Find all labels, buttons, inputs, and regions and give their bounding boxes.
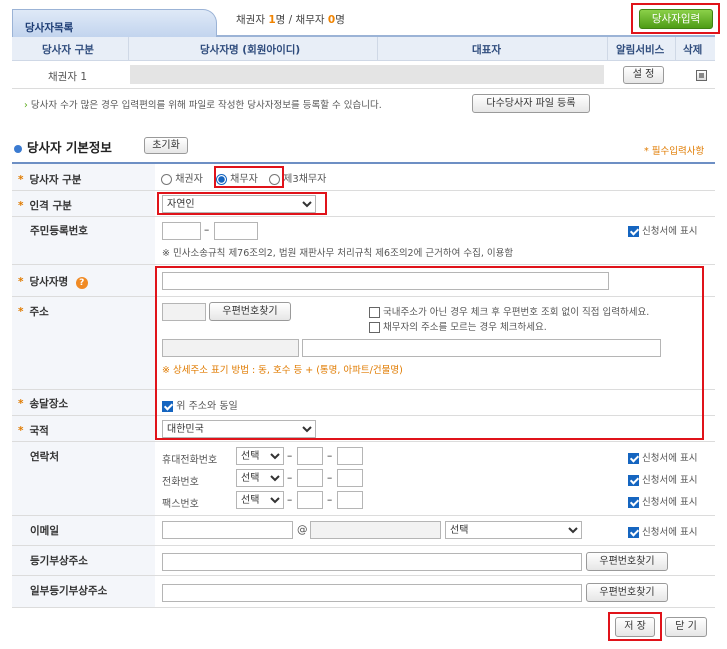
nationality-label: * 국적 xyxy=(18,425,49,437)
email-domain-input[interactable] xyxy=(310,521,441,539)
mobile-show-option[interactable]: 신청서에 표시 xyxy=(628,450,698,464)
registry-zip-search-button[interactable]: 우편번호찾기 xyxy=(586,552,668,571)
alert-setting-button[interactable]: 설 정 xyxy=(623,66,664,84)
party-type-label: * 당사자 구분 xyxy=(18,174,82,186)
resident-no-notice: ※ 민사소송규칙 제76조의2, 법원 재판사무 처리규칙 제6조의2에 근거하… xyxy=(162,248,514,259)
debtor-radio-highlight xyxy=(214,166,284,188)
partial-registry-address-label: 일부등기부상주소 xyxy=(30,585,108,597)
email-id-input[interactable] xyxy=(162,521,293,539)
resident-no-label: 주민등록번호 xyxy=(30,225,88,237)
phone-row: 전화번호 선택 – – 신청서에 표시 xyxy=(162,469,717,489)
phone-show-checkbox[interactable] xyxy=(628,475,639,486)
phone-last-input[interactable] xyxy=(337,469,363,487)
email-show-checkbox[interactable] xyxy=(628,527,639,538)
party-count: 채권자 1명 / 채무자 0명 xyxy=(236,14,345,26)
resident-no-front-input[interactable] xyxy=(162,222,201,240)
list-tab[interactable]: 당사자목록 xyxy=(12,9,217,37)
person-type-label: * 인격 구분 xyxy=(18,200,72,212)
resident-no-back-input[interactable] xyxy=(214,222,258,240)
fax-row: 팩스번호 선택 – – 신청서에 표시 xyxy=(162,491,717,511)
section-title: 당사자 기본정보 xyxy=(14,137,112,156)
fax-show-checkbox[interactable] xyxy=(628,497,639,508)
bulk-file-button[interactable]: 다수당사자 파일 등록 xyxy=(472,94,590,113)
row-party-type: 채권자 1 xyxy=(48,71,87,83)
add-party-button[interactable]: 당사자입력 xyxy=(639,9,713,29)
mobile-last-input[interactable] xyxy=(337,447,363,465)
mobile-row: 휴대전화번호 선택 – – 신청서에 표시 xyxy=(162,447,717,467)
email-show-option[interactable]: 신청서에 표시 xyxy=(628,524,698,538)
save-button[interactable]: 저 장 xyxy=(615,617,655,637)
contact-label: 연락처 xyxy=(30,451,59,463)
phone-show-option[interactable]: 신청서에 표시 xyxy=(628,472,698,486)
fax-last-input[interactable] xyxy=(337,491,363,509)
reset-button[interactable]: 초기화 xyxy=(144,137,188,154)
delivery-label: * 송달장소 xyxy=(18,398,69,410)
party-name-label: * 당사자명 ? xyxy=(18,274,88,289)
col-alert-service: 알림서비스 xyxy=(616,44,665,56)
email-at: @ xyxy=(297,524,308,536)
resident-no-dash: – xyxy=(204,224,210,236)
list-tab-label: 당사자목록 xyxy=(25,22,74,34)
col-party-name: 당사자명 (회원아이디) xyxy=(200,44,301,56)
mobile-show-checkbox[interactable] xyxy=(628,453,639,464)
resident-no-show-checkbox[interactable] xyxy=(628,226,639,237)
party-info-highlight xyxy=(155,266,704,440)
col-representative: 대표자 xyxy=(472,44,501,56)
close-button[interactable]: 닫 기 xyxy=(665,617,707,637)
row-party-name-masked xyxy=(130,65,604,84)
col-party-type: 당사자 구분 xyxy=(42,44,94,56)
fax-prefix-select[interactable]: 선택 xyxy=(236,491,284,509)
fax-show-option[interactable]: 신청서에 표시 xyxy=(628,494,698,508)
mobile-prefix-select[interactable]: 선택 xyxy=(236,447,284,465)
email-label: 이메일 xyxy=(30,525,59,537)
bullet-icon: › xyxy=(24,100,28,111)
phone-middle-input[interactable] xyxy=(297,469,323,487)
person-type-highlight xyxy=(157,192,327,215)
phone-prefix-select[interactable]: 선택 xyxy=(236,469,284,487)
question-icon[interactable]: ? xyxy=(75,277,88,289)
list-tab-bar: 당사자목록 xyxy=(12,7,715,37)
email-domain-select[interactable]: 선택 xyxy=(445,521,582,539)
bulk-notice: › 당사자 수가 많은 경우 입력편의를 위해 파일로 작성한 당사자정보를 등… xyxy=(24,100,382,111)
partial-registry-address-input[interactable] xyxy=(162,584,582,602)
registry-address-input[interactable] xyxy=(162,553,582,571)
address-label: * 주소 xyxy=(18,306,49,318)
party-table-header: 당사자 구분 당사자명 (회원아이디) 대표자 알림서비스 삭제 xyxy=(12,37,715,61)
required-note: * 필수입력사항 xyxy=(644,146,705,157)
partial-registry-zip-search-button[interactable]: 우편번호찾기 xyxy=(586,583,668,602)
resident-no-show-option[interactable]: 신청서에 표시 xyxy=(628,223,698,237)
radio-creditor[interactable] xyxy=(161,173,172,185)
table-row[interactable]: 채권자 1 설 정 xyxy=(12,61,715,89)
registry-address-label: 등기부상주소 xyxy=(30,555,88,567)
delete-row-checkbox[interactable] xyxy=(696,70,707,81)
mobile-middle-input[interactable] xyxy=(297,447,323,465)
col-delete: 삭제 xyxy=(683,44,703,56)
circle-bullet-icon xyxy=(14,144,22,153)
fax-middle-input[interactable] xyxy=(297,491,323,509)
